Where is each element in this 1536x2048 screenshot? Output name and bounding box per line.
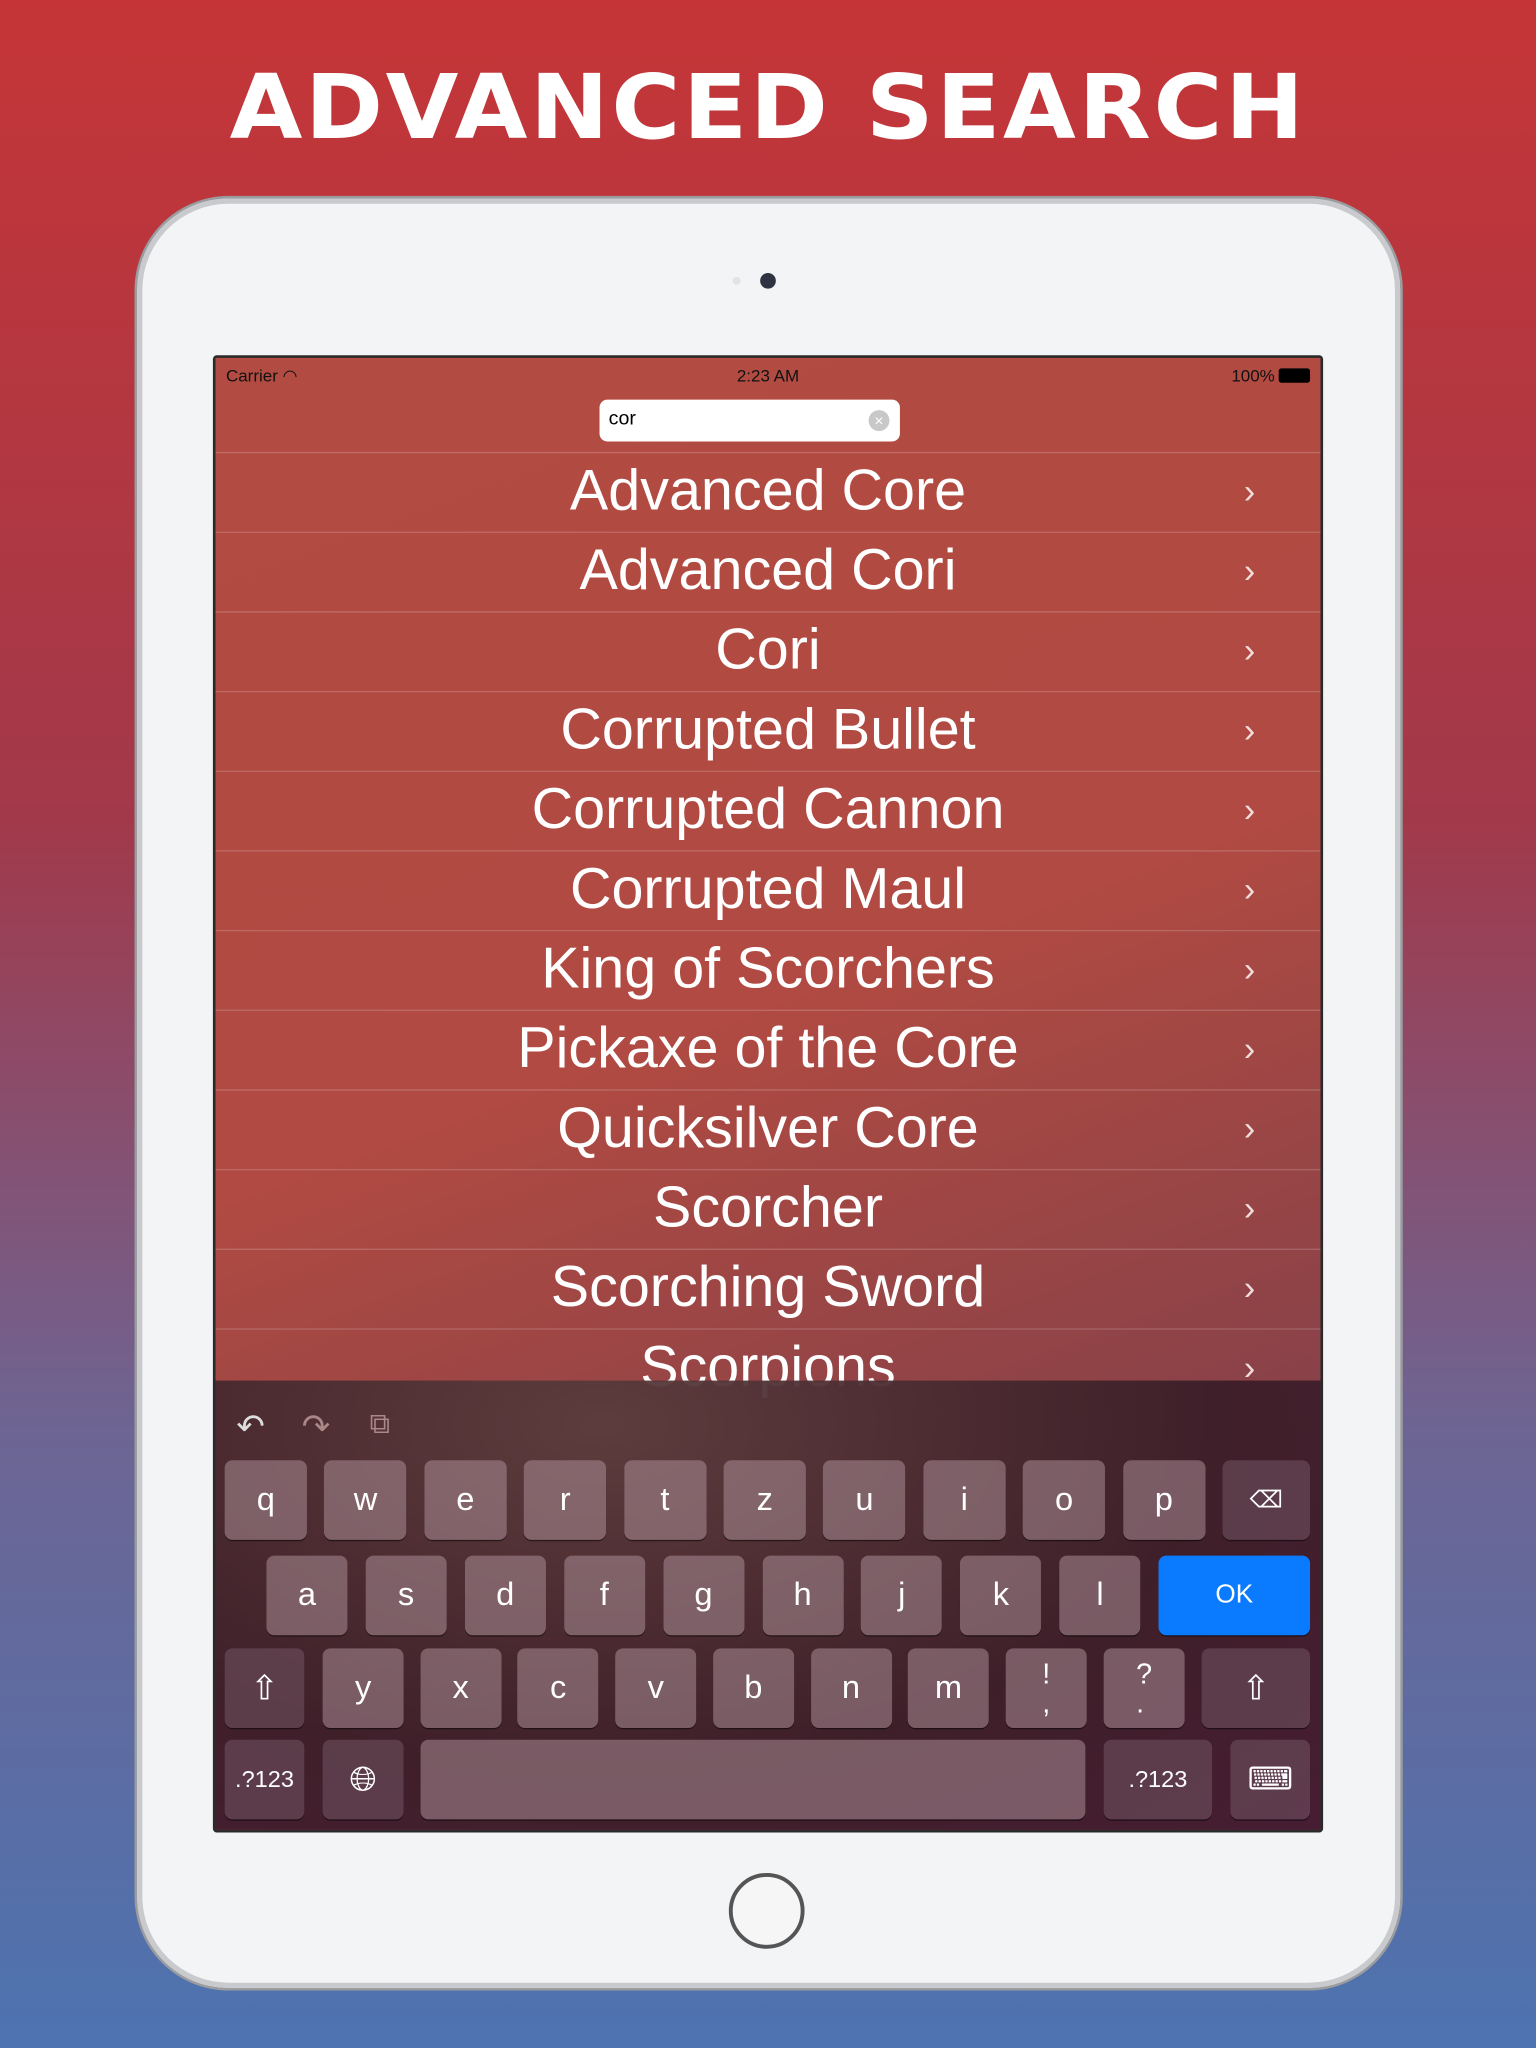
- list-item[interactable]: Cori ›: [215, 611, 1321, 691]
- space-key[interactable]: [420, 1739, 1086, 1820]
- key-s[interactable]: s: [365, 1555, 447, 1636]
- chevron-right-icon: ›: [1243, 949, 1256, 989]
- key-o[interactable]: o: [1022, 1460, 1106, 1540]
- key-n[interactable]: n: [810, 1648, 892, 1728]
- item-label: Advanced Cori: [579, 538, 957, 603]
- shift-icon: ⇧: [250, 1667, 279, 1708]
- list-item[interactable]: Advanced Core ›: [215, 451, 1321, 532]
- home-button[interactable]: [728, 1872, 805, 1949]
- key-w[interactable]: w: [324, 1460, 407, 1540]
- list-item[interactable]: Corrupted Bullet ›: [215, 690, 1321, 771]
- key-h[interactable]: h: [762, 1555, 844, 1636]
- shift-key-right[interactable]: ⇧: [1201, 1648, 1311, 1728]
- chevron-right-icon: ›: [1243, 1108, 1256, 1149]
- list-item[interactable]: Pickaxe of the Core ›: [215, 1009, 1321, 1090]
- item-label: King of Scorchers: [541, 936, 995, 1001]
- results-list: Advanced Core › Advanced Cori › Cori › Corrupt…: [215, 451, 1321, 1408]
- screen: Carrier ◠ 2:23 AM 100% × Advanced Core›A…: [212, 355, 1324, 1833]
- battery: 100%: [1231, 365, 1311, 386]
- camera: [760, 272, 776, 289]
- item-label: Cori: [715, 617, 821, 682]
- delete-key[interactable]: ⌫: [1222, 1460, 1311, 1540]
- keyboard-hide-icon: ⌨: [1247, 1761, 1293, 1798]
- hide-keyboard-key[interactable]: ⌨: [1230, 1739, 1311, 1820]
- list-item[interactable]: Corrupted Maul ›: [215, 850, 1321, 930]
- key-f[interactable]: f: [563, 1555, 645, 1636]
- battery-icon: [1278, 368, 1311, 383]
- undo-icon[interactable]: ↶: [236, 1407, 264, 1447]
- key-l[interactable]: l: [1059, 1555, 1141, 1636]
- key-exclaim-comma[interactable]: ! ,: [1005, 1648, 1087, 1728]
- key-c[interactable]: c: [517, 1648, 599, 1728]
- chevron-right-icon: ›: [1243, 551, 1256, 591]
- key-b[interactable]: b: [712, 1648, 794, 1728]
- redo-icon[interactable]: ↷: [302, 1407, 330, 1447]
- banner-title: ADVANCED SEARCH: [229, 54, 1307, 160]
- shift-key-left[interactable]: ⇧: [224, 1648, 305, 1728]
- chevron-right-icon: ›: [1243, 710, 1256, 750]
- list-item[interactable]: Corrupted Cannon ›: [215, 770, 1321, 851]
- key-g[interactable]: g: [662, 1555, 744, 1636]
- key-question-period[interactable]: ? .: [1103, 1648, 1185, 1728]
- key-i[interactable]: i: [923, 1460, 1006, 1540]
- chevron-right-icon: ›: [1243, 1188, 1256, 1228]
- chevron-right-icon: ›: [1243, 1029, 1256, 1069]
- globe-icon: 🌐︎: [349, 1758, 377, 1798]
- key-x[interactable]: x: [420, 1648, 502, 1728]
- chevron-right-icon: ›: [1243, 790, 1256, 830]
- key-q[interactable]: q: [224, 1460, 307, 1540]
- clear-icon[interactable]: ×: [868, 410, 890, 432]
- list-item[interactable]: Quicksilver Core ›: [215, 1089, 1321, 1169]
- list-item[interactable]: Scorching Sword ›: [215, 1248, 1321, 1329]
- key-k[interactable]: k: [960, 1555, 1042, 1636]
- status-time: 2:23 AM: [736, 365, 800, 386]
- numbers-key-right[interactable]: .?123: [1103, 1739, 1213, 1820]
- item-label: Corrupted Cannon: [531, 777, 1005, 842]
- key-v[interactable]: v: [615, 1648, 697, 1728]
- status-bar: Carrier ◠ 2:23 AM 100%: [226, 365, 1311, 390]
- item-label: Scorching Sword: [550, 1255, 986, 1320]
- chevron-right-icon: ›: [1243, 471, 1256, 511]
- keyboard: ↶ ↷ ⧉ q w e r t z u i o p ⌫ a s d f g h j k l OK ⇧ y x c v b n m! ,?…: [215, 1380, 1321, 1830]
- key-d[interactable]: d: [464, 1555, 546, 1636]
- key-t[interactable]: t: [623, 1460, 707, 1540]
- sensor: [732, 276, 741, 285]
- key-z[interactable]: z: [723, 1460, 806, 1540]
- globe-key[interactable]: 🌐︎: [322, 1739, 404, 1820]
- list-item[interactable]: Scorcher ›: [215, 1168, 1321, 1249]
- battery-label: 100%: [1231, 365, 1275, 386]
- search-field[interactable]: ×: [599, 399, 900, 442]
- chevron-right-icon: ›: [1243, 869, 1256, 910]
- key-r[interactable]: r: [523, 1460, 607, 1540]
- key-m[interactable]: m: [907, 1648, 989, 1728]
- item-label: Corrupted Maul: [569, 856, 967, 921]
- search-input[interactable]: [608, 407, 857, 430]
- key-u[interactable]: u: [823, 1460, 906, 1540]
- shift-icon: ⇧: [1241, 1667, 1271, 1708]
- item-label: Quicksilver Core: [557, 1095, 979, 1160]
- key-j[interactable]: j: [861, 1555, 943, 1636]
- item-label: Corrupted Bullet: [560, 697, 976, 762]
- key-e[interactable]: e: [424, 1460, 507, 1540]
- chevron-right-icon: ›: [1243, 1268, 1256, 1308]
- item-label: Advanced Core: [569, 458, 967, 523]
- list-item[interactable]: King of Scorchers ›: [215, 929, 1321, 1010]
- delete-icon: ⌫: [1249, 1486, 1283, 1513]
- list-item[interactable]: Advanced Cori ›: [215, 531, 1321, 612]
- key-a[interactable]: a: [266, 1555, 348, 1636]
- item-label: Pickaxe of the Core: [517, 1016, 1019, 1081]
- key-y[interactable]: y: [322, 1648, 404, 1728]
- paste-icon[interactable]: ⧉: [370, 1407, 391, 1441]
- chevron-right-icon: ›: [1243, 630, 1256, 671]
- item-label: Scorcher: [652, 1175, 883, 1240]
- numbers-key-left[interactable]: .?123: [224, 1739, 305, 1820]
- ok-key[interactable]: OK: [1158, 1555, 1311, 1636]
- app: Carrier ◠ 2:23 AM 100% × Advanced Core›A…: [215, 357, 1321, 1830]
- key-p[interactable]: p: [1122, 1460, 1206, 1540]
